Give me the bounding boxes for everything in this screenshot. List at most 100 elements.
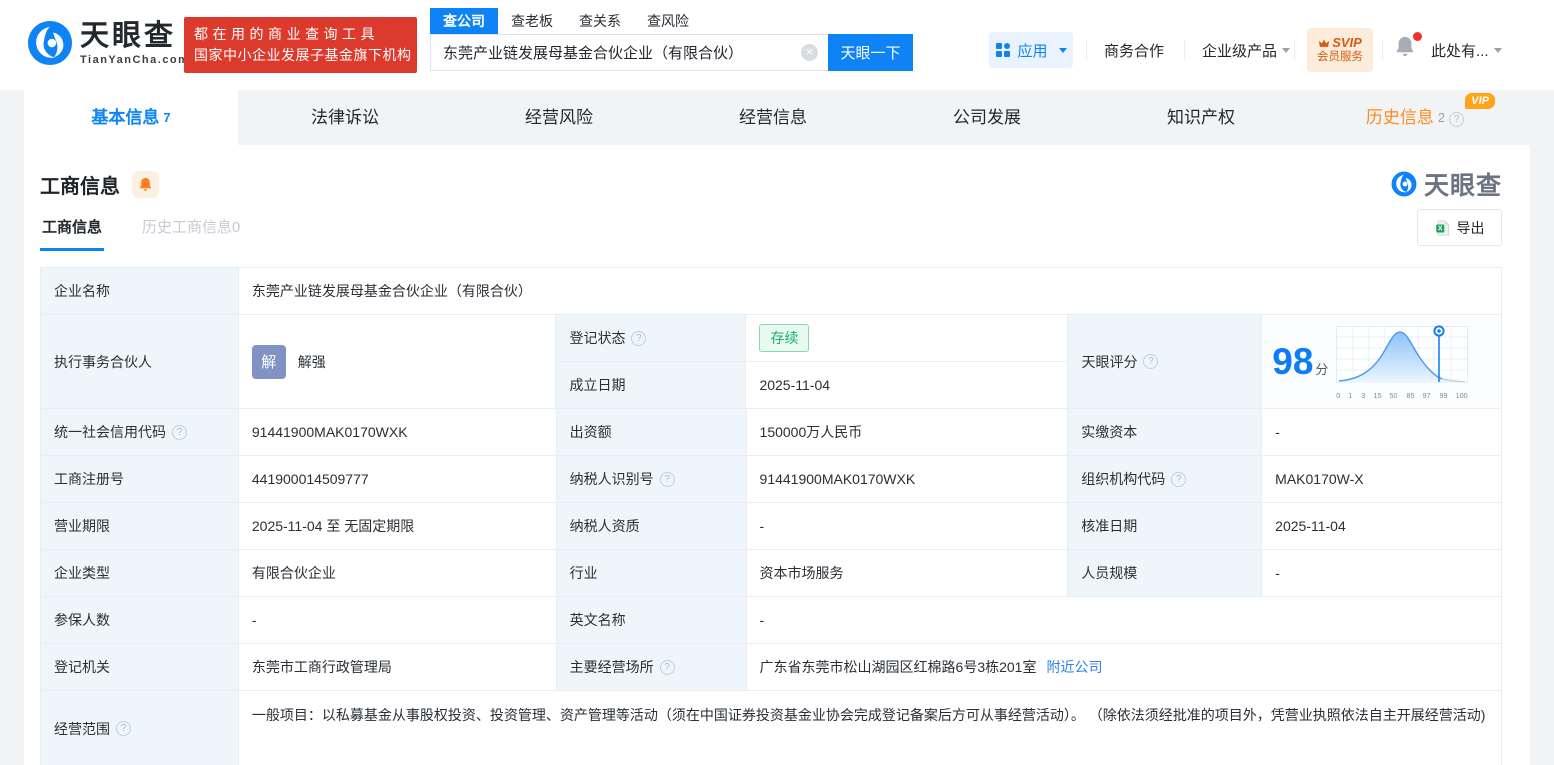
table-row: 企业类型 有限合伙企业 行业 资本市场服务 人员规模 - [41,550,1503,597]
tyc-score-cell[interactable]: 98 分 0 1 3 15 50 85 97 99 100 [1262,315,1502,409]
tab-company-development[interactable]: 公司发展 [880,90,1094,145]
subtab-business-info[interactable]: 工商信息 [40,216,105,251]
search-module: 查公司 查老板 查关系 查风险 × 天眼一下 [430,8,913,71]
field-label: 登记状态? [556,315,747,362]
field-label-text: 纳税人识别号 [569,471,654,487]
nearby-companies-link[interactable]: 附近公司 [1046,657,1102,677]
tab-label: 基本信息 [91,108,160,127]
field-label-text: 经营范围 [54,720,110,737]
user-menu[interactable]: 此处有... [1431,32,1502,68]
tab-count: 7 [163,110,171,125]
content-panel: 工商信息 天眼查 工商信息 历史工商信息0 X 导出 企业名称 东莞产业链发展母… [24,145,1530,765]
bell-icon [139,177,152,191]
tab-operation-info[interactable]: 经营信息 [666,90,880,145]
field-label: 出资额 [556,409,747,456]
field-label: 组织机构代码? [1068,456,1263,503]
slogan-line1: 都在用的商业查询工具 [194,26,379,42]
tab-intellectual-property[interactable]: 知识产权 [1094,90,1308,145]
export-label: 导出 [1456,219,1485,236]
tianyancha-logo-icon[interactable] [27,20,73,66]
field-label: 纳税人识别号? [556,456,747,503]
search-tab-boss[interactable]: 查老板 [498,8,566,34]
slogan-line2: 国家中小企业发展子基金旗下机构 [194,47,412,63]
field-label-text: 统一社会信用代码 [54,424,166,440]
watermark-text: 天眼查 [1423,172,1502,200]
reg-number-value: 441900014509777 [238,456,557,503]
apps-menu[interactable]: 应用 [989,32,1073,68]
tab-operation-risk[interactable]: 经营风险 [452,90,666,145]
establish-date-value: 2025-11-04 [746,362,1069,409]
search-tab-risk[interactable]: 查风险 [634,8,702,34]
section-title: 工商信息 [40,175,120,198]
notification-bell-icon[interactable] [1394,32,1422,64]
help-icon[interactable]: ? [1171,471,1187,487]
field-label-text: 登记状态 [569,330,626,346]
tianyancha-watermark-icon [1391,171,1417,197]
notification-dot [1413,32,1422,41]
nav-enterprise-products[interactable]: 企业级产品 [1202,32,1291,68]
brand-text[interactable]: 天眼查 TianYanCha.com [80,21,189,66]
tab-basic-info[interactable]: 基本信息 7 [24,90,238,145]
search-tabs: 查公司 查老板 查关系 查风险 [430,8,913,34]
field-label: 统一社会信用代码? [41,409,239,456]
clear-search-icon[interactable]: × [801,44,818,61]
help-icon[interactable]: ? [172,424,187,440]
svip-label: SVIP [1332,35,1362,50]
help-icon[interactable]: ? [1449,112,1465,127]
org-code-value: MAK0170W-X [1262,456,1503,503]
table-row: 企业名称 东莞产业链发展母基金合伙企业（有限合伙） [41,268,1502,315]
vip-badge: VIP [1465,93,1495,109]
chevron-down-icon [1058,47,1067,53]
search-button[interactable]: 天眼一下 [828,34,913,71]
field-label: 成立日期 [556,362,747,409]
business-scope-value: 一般项目：以私募基金从事股权投资、投资管理、资产管理等活动（须在中国证券投资基金… [239,691,1502,765]
monitor-bell-button[interactable] [132,170,159,198]
search-tab-company[interactable]: 查公司 [430,8,498,34]
tab-history-info[interactable]: 历史信息 2? VIP [1308,90,1522,145]
company-type-value: 有限合伙企业 [238,550,557,597]
field-label: 天眼评分? [1068,315,1263,409]
table-row: 登记状态? 存续 [556,315,1069,362]
help-icon[interactable]: ? [659,659,675,675]
search-input[interactable] [430,34,828,71]
help-icon[interactable]: ? [1143,354,1159,369]
subtab-history-business-info[interactable]: 历史工商信息0 [142,216,240,251]
field-label: 主要经营场所? [556,644,747,691]
taxpayer-quality-value: - [746,503,1069,550]
paid-capital-value: - [1262,409,1503,456]
industry-value: 资本市场服务 [746,550,1069,597]
apps-label: 应用 [1017,42,1048,60]
business-address-value: 广东省东莞市松山湖园区红棉路6号3栋201室 [759,659,1037,675]
field-label: 实缴资本 [1068,409,1263,456]
help-icon[interactable]: ? [116,721,131,736]
score-value: 98 [1272,341,1314,382]
field-label: 执行事务合伙人 [41,315,239,409]
search-tab-relation[interactable]: 查关系 [566,8,634,34]
tab-label: 历史信息 [1365,108,1434,127]
section-header: 工商信息 天眼查 [40,166,1502,202]
search-box: × 天眼一下 [430,34,913,71]
nav-cooperation[interactable]: 商务合作 [1104,32,1164,68]
help-icon[interactable]: ? [659,471,675,487]
english-name-value: - [746,597,1502,644]
tab-legal-lawsuits[interactable]: 法律诉讼 [238,90,452,145]
staff-size-value: - [1262,550,1503,597]
table-row: 登记机关 东莞市工商行政管理局 主要经营场所? 广东省东莞市松山湖园区红棉路6号… [41,644,1502,691]
table-row: 参保人数 - 英文名称 - [41,597,1502,644]
business-address-cell: 广东省东莞市松山湖园区红棉路6号3栋201室 附近公司 [746,644,1502,691]
field-label: 行业 [556,550,747,597]
table-row: 执行事务合伙人 解 解强 登记状态? 存续 成立日期 2025-11-04 天眼… [41,315,1502,409]
svip-member-button[interactable]: SVIP 会员服务 [1307,28,1373,72]
crown-icon [1319,39,1330,47]
partner-cell: 解 解强 [238,315,557,409]
top-nav: 应用 商务合作 企业级产品 SVIP 会员服务 此处有... [974,0,1554,90]
insured-count-value: - [238,597,557,644]
subtab-row: 工商信息 历史工商信息0 X 导出 [40,209,1502,253]
partner-name-link[interactable]: 解强 [298,352,326,372]
help-icon[interactable]: ? [631,330,647,346]
export-button[interactable]: X 导出 [1417,209,1502,246]
user-name: 此处有... [1431,42,1489,60]
watermark-logo: 天眼查 [1391,166,1502,202]
partner-avatar[interactable]: 解 [251,344,286,379]
capital-value: 150000万人民币 [746,409,1069,456]
